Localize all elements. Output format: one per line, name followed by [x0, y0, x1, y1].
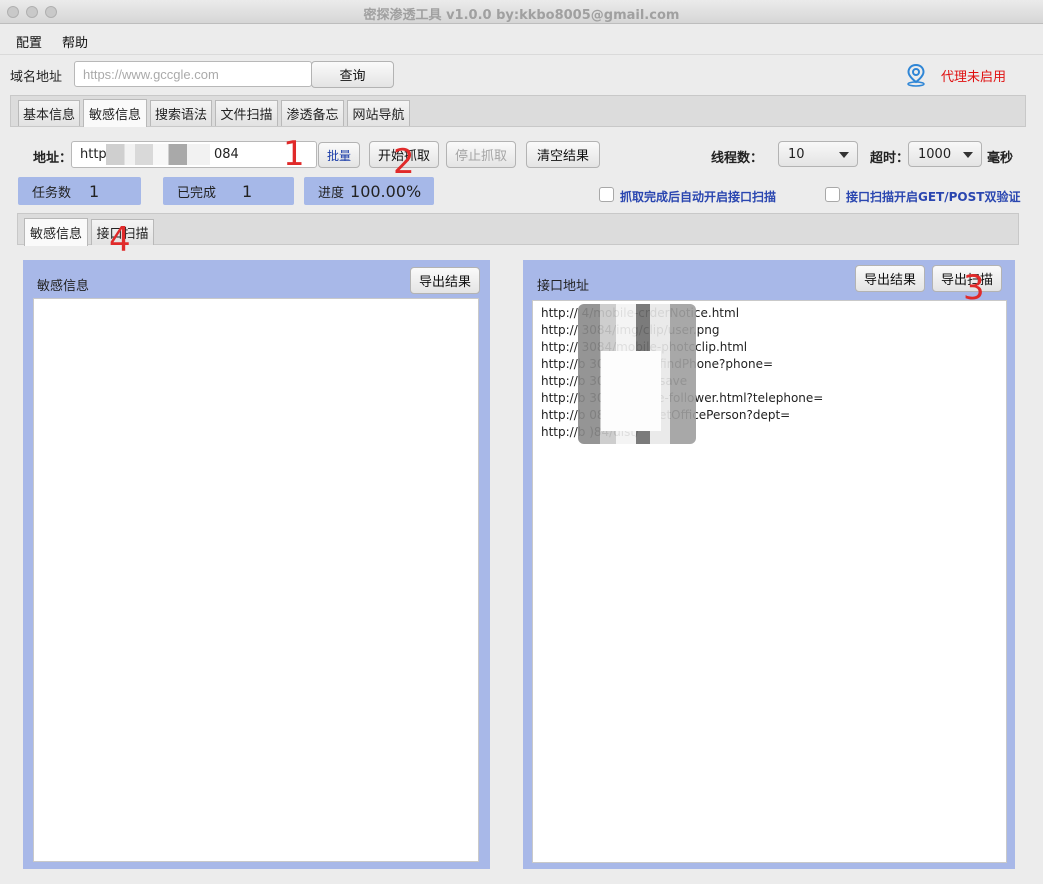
- sensitive-info-panel: 敏感信息 导出结果: [23, 260, 490, 869]
- api-panel-title: 接口地址: [537, 279, 590, 294]
- url-redaction-highlight: [601, 351, 661, 431]
- done-pill: 已完成 1: [163, 177, 294, 205]
- progress-value: 100.00%: [350, 181, 422, 201]
- tasks-label: 任务数: [32, 185, 72, 201]
- stop-fetch-button[interactable]: 停止抓取: [446, 141, 516, 168]
- timeout-select[interactable]: 1000: [908, 141, 982, 167]
- tab-sensitive-info[interactable]: 敏感信息: [83, 99, 147, 127]
- api-export-button[interactable]: 导出结果: [855, 265, 925, 292]
- query-button[interactable]: 查询: [311, 61, 394, 88]
- tab-pentest-notes[interactable]: 渗透备忘: [281, 100, 344, 126]
- address-value-prefix: http: [80, 147, 107, 162]
- timeout-label: 超时：: [870, 151, 910, 166]
- annotation-1: 1: [283, 134, 305, 174]
- domain-input[interactable]: [74, 61, 312, 87]
- sensitive-results-area[interactable]: [33, 298, 479, 862]
- tasks-pill: 任务数 1: [18, 177, 141, 205]
- threads-label: 线程数：: [711, 151, 764, 166]
- annotation-2: 2: [393, 142, 415, 182]
- progress-label: 进度: [318, 185, 345, 201]
- done-label: 已完成: [177, 185, 217, 201]
- menu-bar: 配置 帮助: [0, 25, 1043, 55]
- location-pin-icon: [905, 63, 927, 91]
- dual-verify-label: 接口扫描开启GET/POST双验证: [846, 190, 1021, 204]
- chevron-down-icon: [963, 152, 973, 158]
- title-bar: 密探渗透工具 v1.0.0 by:kkbo8005@gmail.com: [0, 0, 1043, 24]
- proxy-status: 代理未启用: [941, 70, 1007, 85]
- chevron-down-icon: [839, 152, 849, 158]
- tab-file-scan[interactable]: 文件扫描: [215, 100, 278, 126]
- dual-verify-checkbox[interactable]: [825, 187, 840, 202]
- sensitive-export-button[interactable]: 导出结果: [410, 267, 480, 294]
- auto-scan-label: 抓取完成后自动开启接口扫描: [620, 190, 777, 204]
- address-label: 地址：: [33, 151, 73, 166]
- threads-value: 10: [788, 146, 805, 162]
- sensitive-panel-title: 敏感信息: [37, 279, 90, 294]
- tab-basic-info[interactable]: 基本信息: [18, 100, 80, 126]
- domain-label: 域名地址: [10, 70, 63, 85]
- progress-pill: 进度 100.00%: [304, 177, 434, 205]
- clear-results-button[interactable]: 清空结果: [526, 141, 600, 168]
- annotation-4: 4: [109, 220, 131, 260]
- window-title: 密探渗透工具 v1.0.0 by:kkbo8005@gmail.com: [363, 8, 680, 23]
- subtab-sensitive-info[interactable]: 敏感信息: [24, 218, 88, 246]
- api-address-panel: 接口地址 导出结果 导出扫描 3 http:// 4/mobile-crderN…: [523, 260, 1015, 869]
- menu-config[interactable]: 配置: [16, 32, 42, 51]
- auto-scan-checkbox[interactable]: [599, 187, 614, 202]
- sub-tab-strip: [17, 213, 1019, 245]
- menu-help[interactable]: 帮助: [62, 32, 88, 51]
- timeout-value: 1000: [918, 146, 952, 162]
- tab-search-syntax[interactable]: 搜索语法: [150, 100, 212, 126]
- app-window: 密探渗透工具 v1.0.0 by:kkbo8005@gmail.com 配置 帮…: [0, 0, 1043, 884]
- address-value-suffix: 084: [214, 147, 239, 162]
- tasks-value: 1: [89, 181, 100, 201]
- batch-button[interactable]: 批量: [318, 142, 360, 168]
- threads-select[interactable]: 10: [778, 141, 858, 167]
- tab-site-nav[interactable]: 网站导航: [347, 100, 410, 126]
- done-value: 1: [242, 181, 253, 201]
- api-url-list-area[interactable]: http:// 4/mobile-crderNotice.html http:/…: [532, 300, 1007, 863]
- address-redaction: [106, 144, 210, 165]
- timeout-unit: 毫秒: [987, 151, 1014, 166]
- address-input[interactable]: http 084: [71, 141, 317, 168]
